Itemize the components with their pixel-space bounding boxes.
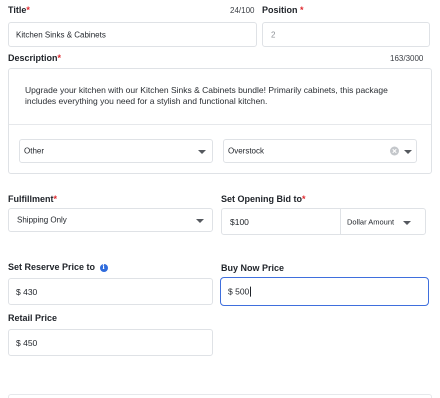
opening-bid-input[interactable]: $100 — [230, 217, 249, 227]
category-select[interactable]: Other — [19, 139, 213, 163]
buy-now-price-label: Buy Now Price — [221, 263, 285, 273]
reserve-price-value: $ 430 — [16, 286, 38, 297]
title-char-counter: 24/100 — [230, 6, 255, 15]
position-input-placeholder: 2 — [271, 30, 276, 39]
condition-select[interactable]: Overstock — [223, 139, 417, 163]
fulfillment-select[interactable]: Shipping Only — [8, 208, 213, 232]
category-select-value: Other — [24, 146, 45, 156]
description-char-counter: 163/3000 — [390, 54, 424, 63]
title-input[interactable]: Kitchen Sinks & Cabinets — [8, 22, 257, 47]
info-icon[interactable]: i — [99, 263, 108, 272]
retail-price-input[interactable]: $ 450 — [8, 329, 213, 356]
reserve-price-label: Set Reserve Price to i — [8, 262, 108, 272]
chevron-down-icon — [196, 219, 204, 223]
required-marker: * — [53, 194, 58, 204]
required-marker: * — [302, 194, 306, 204]
bid-type-select-value: Dollar Amount — [347, 217, 395, 226]
title-label: Title* — [8, 5, 30, 15]
retail-price-label: Retail Price — [8, 313, 58, 323]
description-box: Upgrade your kitchen with our Kitchen Si… — [8, 68, 432, 174]
reserve-price-input[interactable]: $ 430 — [8, 278, 213, 305]
opening-bid-group: $100 Dollar Amount — [221, 208, 426, 235]
description-textarea[interactable]: Upgrade your kitchen with our Kitchen Si… — [25, 85, 419, 107]
next-section-edge — [8, 394, 432, 398]
retail-price-value: $ 450 — [16, 337, 38, 348]
description-divider — [9, 124, 431, 125]
description-label: Description* — [8, 53, 62, 63]
chevron-down-icon — [198, 150, 206, 154]
buy-now-price-input[interactable]: $ 500 — [220, 277, 429, 306]
fulfillment-label: Fulfillment* — [8, 194, 58, 204]
bid-type-select[interactable]: Dollar Amount — [341, 209, 425, 234]
position-input[interactable]: 2 — [262, 22, 430, 47]
clear-icon[interactable] — [390, 146, 399, 156]
opening-bid-label: Set Opening Bid to* — [221, 194, 306, 204]
buy-now-price-value: $ 500 — [228, 286, 252, 297]
title-input-value: Kitchen Sinks & Cabinets — [16, 30, 106, 39]
required-marker: * — [57, 53, 62, 63]
chevron-down-icon — [403, 220, 411, 225]
required-marker: * — [26, 5, 30, 15]
fulfillment-select-value: Shipping Only — [17, 215, 67, 225]
text-cursor — [250, 286, 252, 297]
condition-select-value: Overstock — [228, 146, 265, 156]
position-label: Position * — [262, 5, 304, 15]
required-marker: * — [300, 5, 304, 15]
chevron-down-icon — [404, 150, 412, 154]
